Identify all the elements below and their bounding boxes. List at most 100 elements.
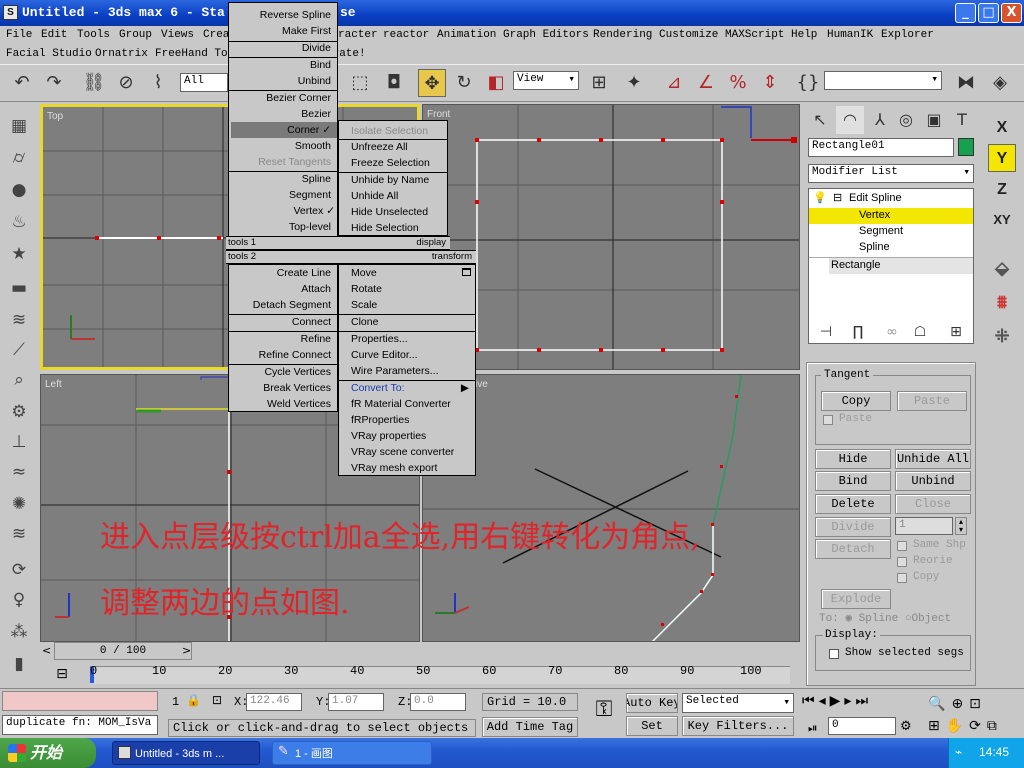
axis-y-button[interactable]: Y xyxy=(988,144,1016,172)
display-tab-icon[interactable]: ▣ xyxy=(920,106,948,134)
menu-maxscript[interactable]: MAXScript xyxy=(725,29,784,41)
go-to-end-icon[interactable]: ⏭ xyxy=(855,693,872,709)
menu-reactor[interactable]: reactor xyxy=(383,29,429,41)
undo-icon[interactable]: ↶ xyxy=(8,69,36,97)
menu-views[interactable]: Views xyxy=(161,29,194,41)
menu-item-bind[interactable]: Bind xyxy=(229,57,337,73)
menu-item-vertex[interactable]: Vertex ✓ xyxy=(229,203,337,219)
chevron-left-icon[interactable]: < xyxy=(42,644,51,657)
create-stack-icon[interactable]: ≋ xyxy=(6,308,32,332)
divide-button[interactable]: Divide xyxy=(815,517,891,537)
modify-tab-icon[interactable]: ◠ xyxy=(836,106,864,134)
create-box-icon[interactable]: ▦ xyxy=(6,114,32,138)
menu-rendering[interactable]: Rendering xyxy=(593,29,652,41)
chevron-right-icon[interactable]: > xyxy=(182,644,191,657)
menu-item-create-line[interactable]: Create Line xyxy=(229,265,337,281)
bind-button[interactable]: Bind xyxy=(815,471,891,491)
pan-icon[interactable]: ✋ xyxy=(946,718,969,734)
menu-graph-editors[interactable]: Graph Editors xyxy=(503,29,589,41)
menu-item-freeze-selection[interactable]: Freeze Selection xyxy=(339,155,447,171)
create-waves-icon[interactable]: ≋ xyxy=(6,522,32,546)
cube-icon[interactable]: ⬙ xyxy=(988,254,1016,282)
set-key-icon[interactable]: ⚿ xyxy=(584,697,624,733)
object-color-swatch[interactable] xyxy=(958,138,974,156)
create-misc-icon[interactable]: ▮ xyxy=(6,652,32,676)
lock-selection-icon[interactable]: 🔒 xyxy=(186,693,201,707)
reorient-checkbox[interactable] xyxy=(897,557,907,567)
menu-item-smooth[interactable]: Smooth xyxy=(229,138,337,154)
window-crossing-icon[interactable]: ◘ xyxy=(380,69,408,97)
constraint-plane-icon[interactable]: ⩩ xyxy=(988,288,1016,316)
menu-item-weld-vertices[interactable]: Weld Vertices xyxy=(229,396,337,412)
axis-x-button[interactable]: X xyxy=(988,114,1016,142)
menu-ornatrix[interactable]: Ornatrix xyxy=(95,48,148,60)
create-gear-icon[interactable]: ⚙ xyxy=(6,400,32,424)
tangent-paste-button[interactable]: Paste xyxy=(897,391,967,411)
close-spline-button[interactable]: Close xyxy=(895,494,971,514)
menu-item-scale[interactable]: Scale xyxy=(339,297,475,313)
menu-item-spline[interactable]: Spline xyxy=(229,171,337,187)
explode-button[interactable]: Explode xyxy=(821,589,891,609)
next-frame-icon[interactable]: ▸ xyxy=(844,693,855,709)
angle-snap-icon[interactable]: ∠ xyxy=(692,69,720,97)
maximize-button[interactable]: □ xyxy=(978,3,999,23)
menu-tools[interactable]: Tools xyxy=(77,29,110,41)
maxscript-listener-mini[interactable] xyxy=(2,691,158,711)
go-to-start-icon[interactable]: ⏮ xyxy=(802,693,819,709)
current-frame-field[interactable]: 0 xyxy=(828,717,896,735)
scale-icon[interactable]: ◧ xyxy=(482,69,510,97)
explode-spline-option[interactable]: Spline xyxy=(859,613,899,625)
create-cylinder-icon[interactable]: ⌭ xyxy=(6,146,32,170)
pivot-center-icon[interactable]: ⊞ xyxy=(585,69,613,97)
close-button[interactable]: X xyxy=(1001,3,1022,23)
menu-item-attach[interactable]: Attach xyxy=(229,281,337,297)
key-mode-toggle-icon[interactable]: ⏯ xyxy=(808,721,818,736)
zoom-icon[interactable]: 🔍 xyxy=(928,696,951,712)
time-configuration-icon[interactable]: ⚙ xyxy=(900,719,912,734)
radio-selected-icon[interactable]: ◉ xyxy=(845,613,852,625)
remove-modifier-icon[interactable]: ☖ xyxy=(906,318,934,346)
detach-button[interactable]: Detach xyxy=(815,539,891,559)
menu-item-cycle-vertices[interactable]: Cycle Vertices xyxy=(229,364,337,380)
create-system-icon[interactable]: ✺ xyxy=(6,492,32,516)
create-light-icon[interactable]: ♨ xyxy=(6,210,32,234)
divide-count-field[interactable]: 1 xyxy=(895,517,953,535)
menu-item-bezier-corner[interactable]: Bezier Corner xyxy=(229,90,337,106)
menu-item-unhide-all[interactable]: Unhide All xyxy=(339,188,447,204)
3dsmax-app-icon[interactable]: S xyxy=(3,5,18,20)
menu-item-corner[interactable]: Corner ✓ xyxy=(231,122,337,138)
particles-icon[interactable]: ⁜ xyxy=(988,322,1016,350)
create-spring-icon[interactable]: ⟳ xyxy=(6,558,32,582)
menu-item-make-first[interactable]: Make First xyxy=(229,23,337,39)
create-spacewarp-icon[interactable]: ≈ xyxy=(6,460,32,484)
menu-freehand-tools[interactable]: FreeHand Too xyxy=(155,48,234,60)
menu-item-top-level[interactable]: Top-level xyxy=(229,219,337,235)
stack-item-edit-spline[interactable]: Edit Spline xyxy=(849,192,902,204)
modifier-list-dropdown[interactable]: Modifier List ▾ xyxy=(808,164,974,183)
paste-length-checkbox[interactable] xyxy=(823,415,833,425)
axis-z-button[interactable]: Z xyxy=(988,176,1016,204)
menu-item-unhide-by-name[interactable]: Unhide by Name xyxy=(339,172,447,188)
menu-animation[interactable]: Animation xyxy=(437,29,496,41)
track-bar-icon[interactable]: ⊟ xyxy=(48,666,76,684)
menu-edit[interactable]: Edit xyxy=(41,29,67,41)
menu-item-reset-tangents[interactable]: Reset Tangents xyxy=(229,154,337,170)
z-coordinate-field[interactable]: 0.0 xyxy=(410,693,466,711)
unhide-all-button[interactable]: Unhide All xyxy=(895,449,971,469)
taskbar-item-3dsmax[interactable]: Untitled - 3ds m ... xyxy=(112,741,260,765)
menu-item-curve-editor[interactable]: Curve Editor... xyxy=(339,347,475,363)
menu-item-convert-to[interactable]: Convert To: ▶ xyxy=(339,380,475,396)
absolute-mode-icon[interactable]: ⊡ xyxy=(212,693,222,707)
create-tab-icon[interactable]: ↖ xyxy=(806,106,834,134)
play-icon[interactable]: ▶ xyxy=(830,693,845,709)
stack-item-segment[interactable]: Segment xyxy=(859,225,903,237)
hierarchy-tab-icon[interactable]: ⅄ xyxy=(866,106,894,134)
zoom-all-icon[interactable]: ⊕ xyxy=(951,696,969,712)
x-coordinate-field[interactable]: 122.46 xyxy=(246,693,302,711)
unbind-button[interactable]: Unbind xyxy=(895,471,971,491)
create-tube-icon[interactable]: ⟋ xyxy=(6,338,32,362)
time-slider[interactable]: 0 / 100 xyxy=(54,642,192,660)
rotate-icon[interactable]: ↻ xyxy=(450,69,478,97)
make-unique-icon[interactable]: ∞ xyxy=(878,318,906,346)
menu-item-unfreeze-all[interactable]: Unfreeze All xyxy=(339,139,447,155)
